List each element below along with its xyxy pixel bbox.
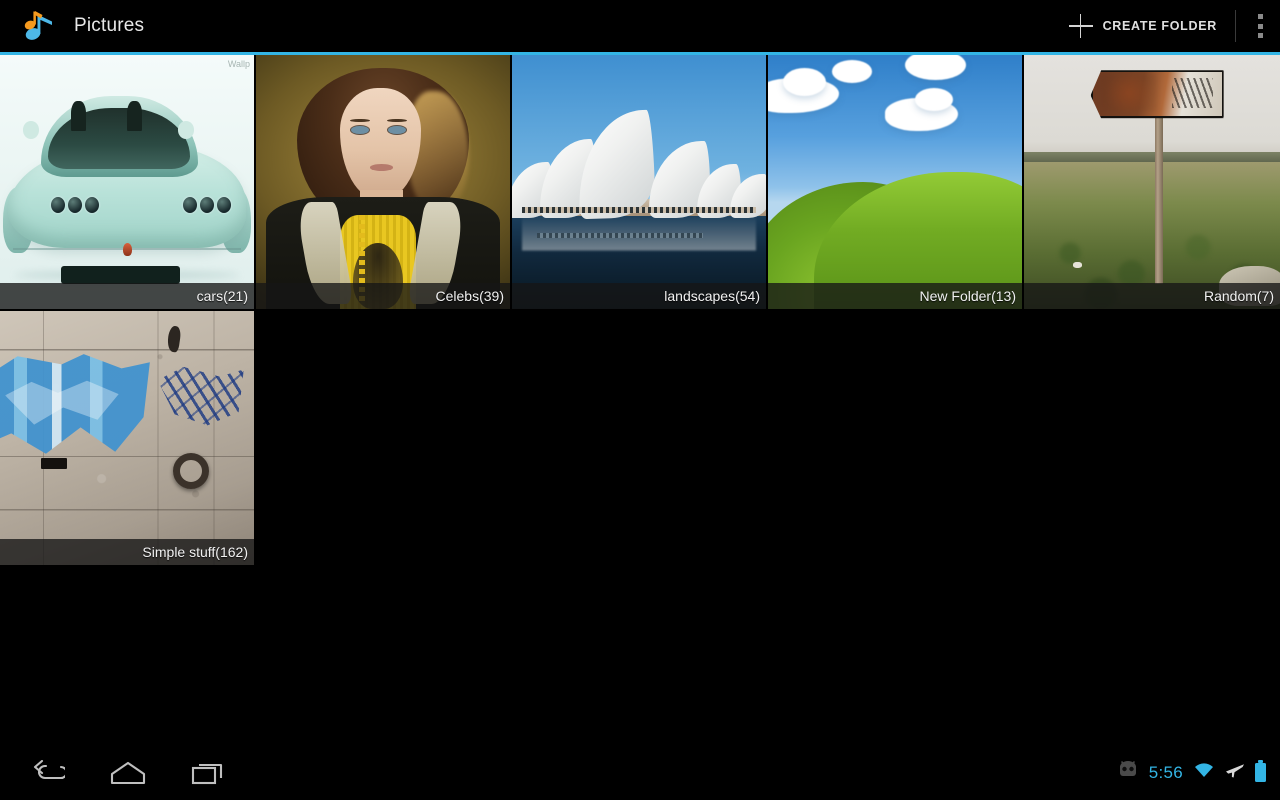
- create-folder-label: CREATE FOLDER: [1102, 19, 1217, 33]
- folder-label: New Folder(13): [919, 288, 1016, 304]
- folder-label: Random(7): [1203, 288, 1274, 304]
- recent-apps-icon: [191, 763, 223, 784]
- folder-label-bar: Celebs(39): [256, 283, 510, 309]
- recent-apps-button[interactable]: [168, 745, 248, 800]
- action-bar: Pictures CREATE FOLDER: [0, 0, 1280, 52]
- back-button[interactable]: [8, 745, 88, 800]
- folder-label: landscapes(54): [664, 288, 760, 304]
- status-icons[interactable]: 5:56: [1117, 760, 1280, 784]
- thumbnail-random: [1024, 55, 1280, 309]
- watermark-text: Wallp: [227, 59, 250, 69]
- battery-full-icon: [1255, 760, 1266, 782]
- folder-label: Celebs(39): [435, 288, 504, 304]
- folder-label: Simple stuff(162): [142, 544, 248, 560]
- folder-label-bar: landscapes(54): [512, 283, 766, 309]
- thumbnail-landscapes: [512, 55, 766, 309]
- thumbnail-cars: Wallp: [0, 55, 254, 309]
- airplane-mode-icon: [1225, 761, 1245, 784]
- folder-tile-celebs[interactable]: Celebs(39): [256, 55, 510, 309]
- folder-label-bar: Simple stuff(162): [0, 539, 254, 565]
- page-title: Pictures: [74, 15, 145, 36]
- folder-tile-random[interactable]: Random(7): [1024, 55, 1280, 309]
- create-folder-button[interactable]: CREATE FOLDER: [1059, 0, 1231, 52]
- folder-label-bar: Random(7): [1024, 283, 1280, 309]
- folder-tile-cars[interactable]: Wallp cars(21): [0, 55, 254, 309]
- folder-grid: Wallp cars(21) Celebs(39) landscapes(54)…: [0, 55, 1280, 745]
- android-screen: Pictures CREATE FOLDER Wallp cars(21) Ce…: [0, 0, 1280, 800]
- plus-icon: [1068, 14, 1093, 38]
- cyanogenmod-robot-icon: [1117, 761, 1139, 784]
- home-icon: [110, 761, 146, 784]
- folder-tile-landscapes[interactable]: landscapes(54): [512, 55, 766, 309]
- folder-tile-simple-stuff[interactable]: Simple stuff(162): [0, 311, 254, 565]
- folder-label-bar: cars(21): [0, 283, 254, 309]
- overflow-menu-icon[interactable]: [1240, 0, 1280, 52]
- overflow-dot: [1257, 23, 1263, 29]
- status-clock: 5:56: [1148, 762, 1183, 782]
- overflow-dot: [1257, 32, 1263, 38]
- folder-label: cars(21): [196, 288, 248, 304]
- wifi-icon: [1193, 762, 1215, 784]
- folder-tile-new-folder[interactable]: New Folder(13): [768, 55, 1022, 309]
- overflow-dot: [1257, 14, 1263, 20]
- thumbnail-new-folder: [768, 55, 1022, 309]
- thumbnail-celebs: [256, 55, 510, 309]
- folder-label-bar: New Folder(13): [768, 283, 1022, 309]
- music-note-icon: [22, 9, 56, 43]
- thumbnail-simple-stuff: [0, 311, 254, 565]
- system-navigation-bar: 5:56: [0, 745, 1280, 800]
- action-bar-divider: [1235, 10, 1236, 42]
- home-button[interactable]: [88, 745, 168, 800]
- back-arrow-icon: [33, 759, 65, 779]
